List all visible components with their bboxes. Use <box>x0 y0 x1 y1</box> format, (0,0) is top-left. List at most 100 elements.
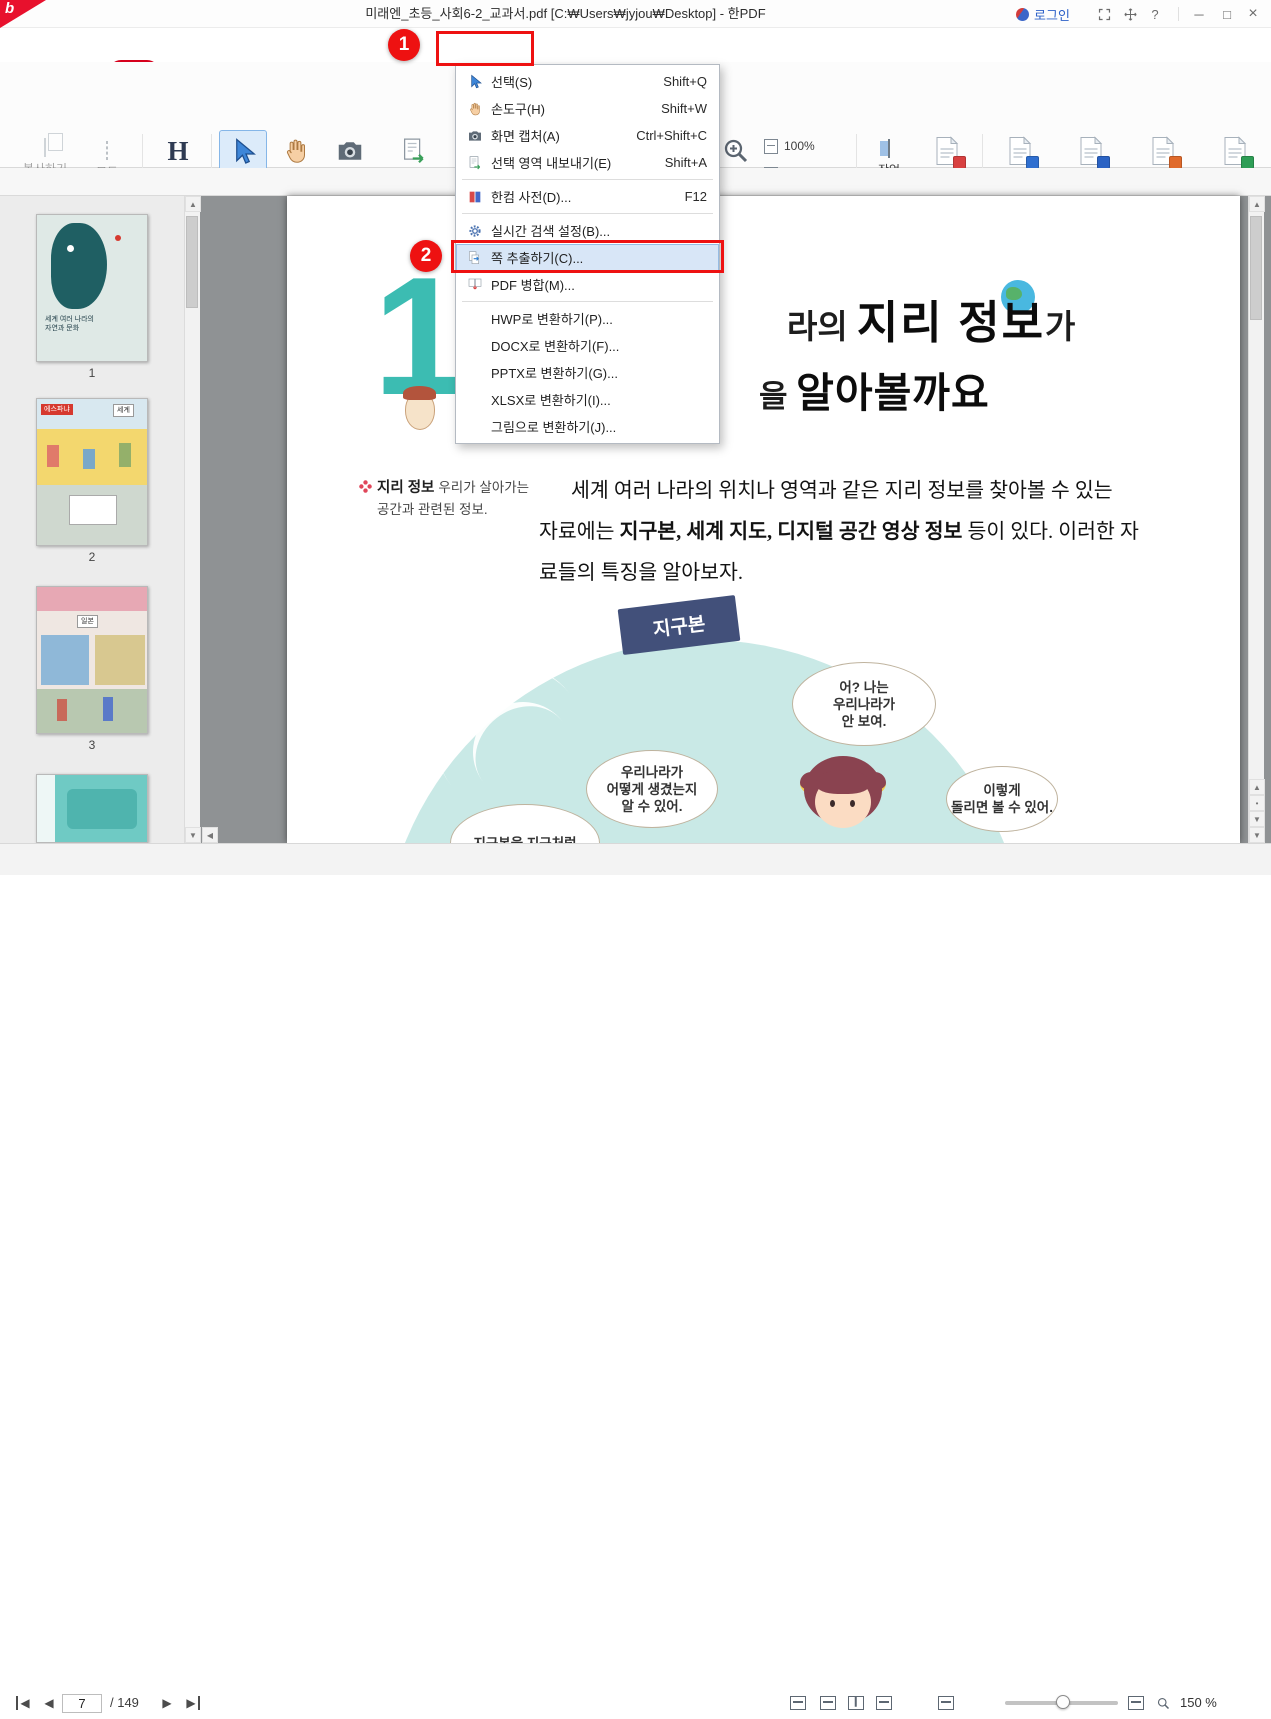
select-all-icon <box>106 141 108 160</box>
zoom-in-icon <box>721 136 751 166</box>
actual-size-button[interactable]: 100% <box>764 134 854 158</box>
presentation-mode-icon[interactable] <box>790 1696 806 1710</box>
world-sign: 세계 <box>113 404 134 417</box>
menu-item-pdf-merge[interactable]: PDF 병합(M)... <box>456 271 719 298</box>
thumb-scroll-up-button[interactable]: ▲ <box>185 196 201 212</box>
thumbnail-caption-3: 3 <box>88 738 96 752</box>
menu-item-export-selection[interactable]: 선택 영역 내보내기(E) Shift+A <box>456 149 719 176</box>
thumbnail-page-2[interactable]: 에스파냐 세계 <box>36 398 148 546</box>
convert-hwp-icon <box>1007 136 1039 169</box>
thumbnail-page-4[interactable] <box>36 774 148 843</box>
thumbnail-caption-2: 2 <box>88 550 96 564</box>
first-page-button[interactable]: ◀ <box>12 1693 34 1713</box>
flower-icon <box>359 480 372 493</box>
sidenote: 지리 정보 우리가 살아가는 공간과 관련된 정보. <box>377 480 530 517</box>
menu-item-to-image[interactable]: 그림으로 변환하기(J)... <box>456 413 719 440</box>
hand-icon <box>464 101 486 117</box>
next-page-button[interactable]: ▶ <box>156 1693 178 1713</box>
heading-line-1: 라의 지리 정보가 <box>787 297 1076 348</box>
page-number-input[interactable] <box>62 1694 102 1713</box>
annotation-step-2-box <box>451 240 724 273</box>
scroll-up-button[interactable]: ▲ <box>1249 196 1265 212</box>
thumb-scroll-down-button[interactable]: ▼ <box>185 827 201 843</box>
browse-object-button[interactable]: • <box>1249 795 1265 811</box>
fit-page-icon[interactable] <box>848 1696 864 1710</box>
export-icon <box>399 136 429 166</box>
annotation-step-2-badge: 2 <box>410 240 442 272</box>
work-pane-icon <box>888 139 890 158</box>
camera-icon <box>335 136 365 166</box>
fit-width-icon[interactable] <box>876 1696 892 1710</box>
last-page-button[interactable]: ▶ <box>182 1693 204 1713</box>
app-logo-icon: b <box>0 0 46 28</box>
dictionary-icon <box>464 189 486 205</box>
zoom-level-label: 150 % <box>1180 1695 1217 1710</box>
page-layout-icon[interactable] <box>938 1696 954 1710</box>
annotation-step-1-box <box>436 31 534 66</box>
gear-icon <box>464 223 486 239</box>
merge-icon <box>464 277 486 293</box>
find-icon: H <box>167 136 189 166</box>
copy-icon <box>44 138 46 157</box>
menu-item-to-docx[interactable]: DOCX로 변환하기(F)... <box>456 332 719 359</box>
login-label: 로그인 <box>1034 7 1070 23</box>
cursor-icon <box>464 74 486 90</box>
thumbnail-scrollbar[interactable]: ▲ ▼ <box>184 196 201 843</box>
menubar: 파일 홈 ▾ 보기▾ 주석▾ 프레젠테▾ 도구 ▾ ▾ ∧ × <box>0 28 1271 88</box>
help-button[interactable]: ? <box>1144 0 1166 28</box>
prev-page-button[interactable]: ◀ <box>38 1693 60 1713</box>
menu-item-capture[interactable]: 화면 캡처(A) Ctrl+Shift+C <box>456 122 719 149</box>
maximize-button[interactable]: □ <box>1214 0 1240 28</box>
cover-title: 세계 여러 나라의 자연과 문화 <box>45 316 94 332</box>
login-icon <box>1016 7 1030 21</box>
login-button[interactable]: 로그인 <box>1008 0 1078 28</box>
actual-size-icon[interactable] <box>820 1696 836 1710</box>
pan-view-icon[interactable] <box>1118 0 1142 28</box>
page-count-label: / 149 <box>110 1695 139 1710</box>
prev-page-scroll-button[interactable]: ▲ <box>1249 779 1265 795</box>
scroll-left-button[interactable]: ◀ <box>202 827 218 843</box>
menu-item-dictionary[interactable]: 한컴 사전(D)... F12 <box>456 183 719 210</box>
pdf-merge-icon <box>934 136 966 169</box>
thumbnail-page-1[interactable]: 세계 여러 나라의 자연과 문화 <box>36 214 148 362</box>
speech-bubble-1: 어? 나는 우리나라가 안 보여. <box>792 662 936 746</box>
convert-docx-icon <box>1078 136 1110 169</box>
titlebar-divider <box>1178 7 1179 21</box>
menu-item-select[interactable]: 선택(S) Shift+Q <box>456 68 719 95</box>
heading-line-2: 을 알아볼까요 <box>759 370 990 416</box>
girl-character <box>800 752 888 843</box>
fullscreen-icon[interactable] <box>1092 0 1116 28</box>
titlebar: b 미래엔_초등_사회6-2_교과서.pdf [C:₩Users₩jyjou₩D… <box>0 0 1271 28</box>
vertical-scrollbar[interactable]: ▲ ▲ • ▼ ▼ <box>1248 196 1265 843</box>
zoom-slider-handle[interactable] <box>1056 1695 1070 1709</box>
annotation-step-1-badge: 1 <box>388 29 420 61</box>
menu-item-to-pptx[interactable]: PPTX로 변환하기(G)... <box>456 359 719 386</box>
speech-bubble-2: 우리나라가 어떻게 생겼는지 알 수 있어. <box>586 750 718 828</box>
export-icon <box>464 155 486 171</box>
camera-icon <box>464 128 486 144</box>
menu-item-to-xlsx[interactable]: XLSX로 변환하기(I)... <box>456 386 719 413</box>
thumbnail-caption-1: 1 <box>88 366 96 380</box>
close-button[interactable]: × <box>1240 0 1266 28</box>
speech-bubble-3: 이렇게 돌리면 볼 수 있어. <box>946 766 1058 832</box>
zoom-select-icon[interactable] <box>1128 1696 1144 1710</box>
window-title: 미래엔_초등_사회6-2_교과서.pdf [C:₩Users₩jyjou₩Des… <box>365 6 766 21</box>
menu-item-to-hwp[interactable]: HWP로 변환하기(P)... <box>456 305 719 332</box>
thumb-scrollbar-thumb[interactable] <box>186 216 198 308</box>
actual-size-icon <box>764 138 778 154</box>
body-text: 세계 여러 나라의 위치나 영역과 같은 지리 정보를 찾아볼 수 있는 자료에… <box>539 480 1139 584</box>
espana-sign: 에스파냐 <box>41 404 73 415</box>
convert-pptx-icon <box>1150 136 1182 169</box>
scroll-down-button[interactable]: ▼ <box>1249 827 1265 843</box>
cursor-icon <box>228 137 258 167</box>
magnifier-icon[interactable] <box>1156 1696 1171 1711</box>
acorn-character <box>403 386 436 430</box>
document-page[interactable]: 1 라의 지리 정보가 을 알아볼까요 지리 정보 우리가 살아가는 공간과 관련… <box>287 196 1240 843</box>
menu-item-hand[interactable]: 손도구(H) Shift+W <box>456 95 719 122</box>
cover-figure <box>51 223 107 309</box>
minimize-button[interactable]: ─ <box>1186 0 1212 28</box>
japan-sign: 일본 <box>77 615 98 628</box>
next-page-scroll-button[interactable]: ▼ <box>1249 811 1265 827</box>
thumbnail-page-3[interactable]: 일본 <box>36 586 148 734</box>
scrollbar-thumb[interactable] <box>1250 216 1262 320</box>
